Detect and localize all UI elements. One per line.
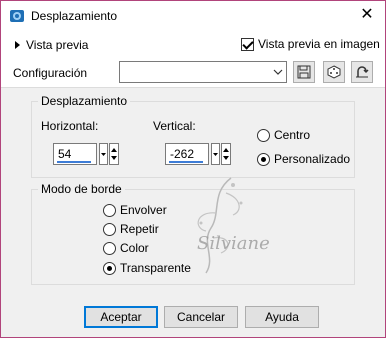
config-dropdown[interactable] xyxy=(119,61,287,83)
preview-label: Vista previa xyxy=(26,38,89,52)
wrap-label: Envolver xyxy=(120,203,167,217)
custom-radio[interactable] xyxy=(257,152,270,166)
color-radio[interactable] xyxy=(103,241,116,255)
chevron-down-icon xyxy=(101,153,106,156)
config-label: Configuración xyxy=(13,66,88,80)
reset-button[interactable] xyxy=(351,61,373,83)
wrap-radio[interactable] xyxy=(103,203,116,217)
app-icon xyxy=(10,10,24,22)
preview-toggle[interactable]: Vista previa xyxy=(15,38,88,52)
separator xyxy=(1,87,385,88)
transparent-radio[interactable] xyxy=(103,261,116,275)
title-bar[interactable]: Desplazamiento ✕ xyxy=(1,1,385,31)
horizontal-label: Horizontal: xyxy=(41,119,99,133)
center-radio[interactable] xyxy=(257,128,270,142)
watermark-flourish xyxy=(197,177,243,274)
close-icon[interactable]: ✕ xyxy=(359,7,375,23)
horizontal-stepper[interactable] xyxy=(109,143,119,165)
window-title: Desplazamiento xyxy=(31,9,118,23)
top-panel: Vista previa Vista previa en imagen Conf… xyxy=(1,31,385,87)
chevron-down-icon xyxy=(213,153,218,156)
vertical-label: Vertical: xyxy=(153,119,196,133)
help-button[interactable]: Ayuda xyxy=(245,306,319,328)
offset-group-title: Desplazamiento xyxy=(38,94,131,108)
image-preview-option[interactable]: Vista previa en imagen xyxy=(241,37,380,51)
horizontal-spinbox[interactable]: 54 xyxy=(53,143,119,165)
save-preset-button[interactable] xyxy=(293,61,315,83)
color-label: Color xyxy=(120,241,149,255)
random-icon xyxy=(327,65,341,79)
center-label: Centro xyxy=(274,128,311,142)
watermark-signature: Silviane xyxy=(197,233,270,254)
random-button[interactable] xyxy=(323,61,345,83)
image-preview-label: Vista previa en imagen xyxy=(258,37,380,51)
custom-label: Personalizado xyxy=(274,152,351,166)
save-icon xyxy=(297,65,311,79)
stepper-arrows-icon xyxy=(223,148,229,160)
vertical-dropdown[interactable] xyxy=(211,143,220,165)
stepper-arrows-icon xyxy=(111,148,117,160)
edge-mode-group-title: Modo de borde xyxy=(38,182,125,196)
vertical-spinbox[interactable]: -262 xyxy=(165,143,231,165)
dialog-window: Desplazamiento ✕ Vista previa Vista prev… xyxy=(0,0,386,338)
reset-icon xyxy=(356,66,369,78)
edge-option-repeat[interactable]: Repetir xyxy=(103,222,159,236)
vertical-stepper[interactable] xyxy=(221,143,231,165)
center-option[interactable]: Centro xyxy=(257,128,310,142)
image-preview-checkbox[interactable] xyxy=(241,37,254,51)
horizontal-dropdown[interactable] xyxy=(99,143,108,165)
repeat-label: Repetir xyxy=(120,222,159,236)
vertical-focus-line xyxy=(169,161,203,163)
repeat-radio[interactable] xyxy=(103,222,116,236)
ok-button[interactable]: Aceptar xyxy=(84,306,158,328)
custom-option[interactable]: Personalizado xyxy=(257,152,350,166)
edge-option-color[interactable]: Color xyxy=(103,241,149,255)
chevron-down-icon xyxy=(273,69,283,75)
edge-option-wrap[interactable]: Envolver xyxy=(103,203,167,217)
cancel-button[interactable]: Cancelar xyxy=(164,306,238,328)
expand-arrow-icon xyxy=(15,41,20,49)
horizontal-focus-line xyxy=(57,161,91,163)
